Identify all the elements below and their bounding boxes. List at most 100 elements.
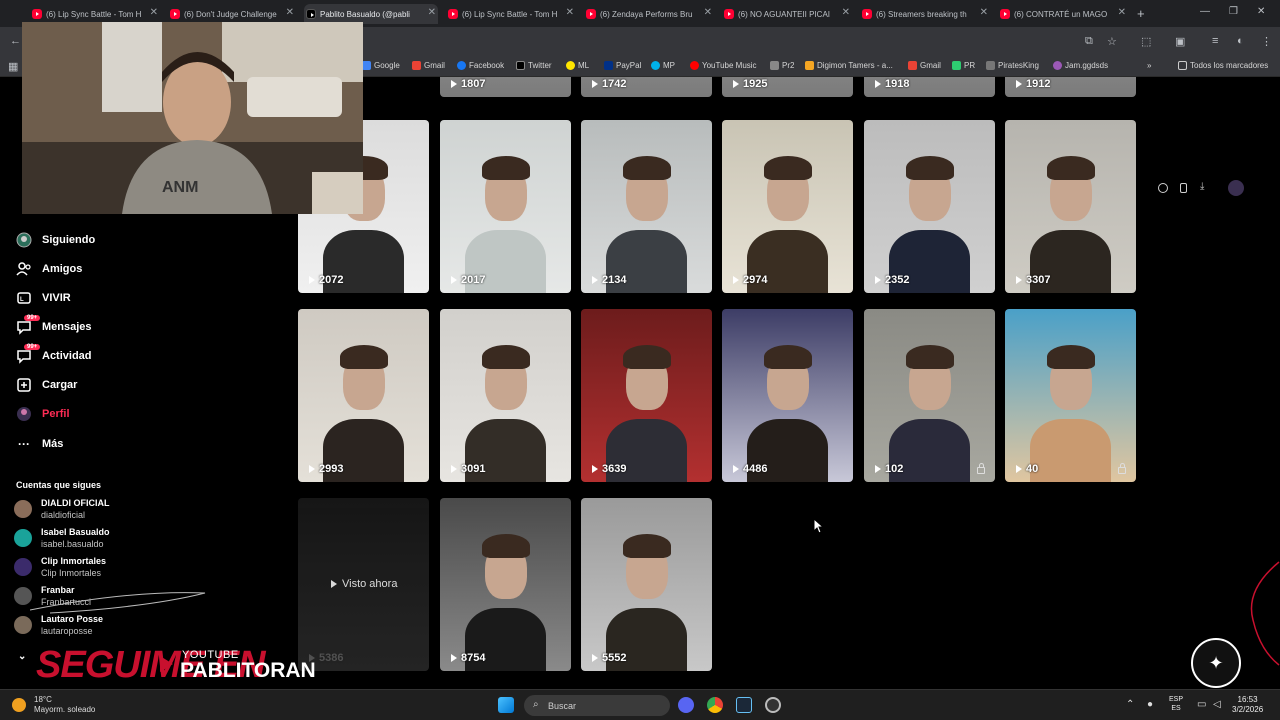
all-bookmarks-folder[interactable]: Todos los marcadores [1178, 61, 1268, 70]
close-tab-icon[interactable]: ✕ [842, 7, 850, 18]
bookmark-twitter[interactable]: Twitter [516, 61, 552, 70]
bookmarks-overflow-icon[interactable]: » [1147, 61, 1151, 70]
following-account[interactable]: Lautaro Posse lautaroposse [14, 612, 274, 638]
friends-icon [16, 261, 32, 277]
see-more-chevron-icon[interactable]: ⌄ [18, 646, 26, 666]
video-thumbnail[interactable]: 5552 [581, 498, 712, 671]
bookmark-gmail[interactable]: Gmail [412, 61, 445, 70]
bookmark-ml[interactable]: ML [566, 61, 589, 70]
bookmark-piratesking[interactable]: PiratesKing [986, 61, 1039, 70]
nav-friends[interactable]: Amigos [16, 259, 82, 279]
display-icon[interactable]: ▭ [1197, 699, 1206, 710]
mobile-icon[interactable] [1180, 183, 1187, 193]
taskbar-search[interactable]: ⌕ Buscar [524, 695, 670, 716]
bookmark-paypal[interactable]: PayPal [604, 61, 641, 70]
video-thumbnail[interactable]: 4486 [722, 309, 853, 482]
nav-following[interactable]: Siguiendo [16, 230, 95, 250]
tray-chevron-icon[interactable]: ⌃ [1126, 699, 1134, 710]
browser-tab[interactable]: (6) Zendaya Performs Bru ✕ [584, 4, 714, 24]
user-avatar[interactable] [1228, 180, 1244, 196]
bookmark-jam[interactable]: Jam.ggdsds [1053, 61, 1108, 70]
browser-tab[interactable]: (6) CONTRATÉ un MAGO ✕ [998, 4, 1128, 24]
windows-start-icon[interactable] [498, 697, 514, 713]
minimize-icon[interactable]: — [1200, 6, 1210, 17]
play-icon [875, 80, 881, 88]
new-tab-button[interactable]: + [1137, 6, 1145, 21]
bookmark-gmail-2[interactable]: Gmail [908, 61, 941, 70]
download-icon[interactable]: ⤓ [1200, 181, 1210, 192]
video-thumbnail[interactable]: 1742 [581, 77, 712, 97]
nav-upload[interactable]: Cargar [16, 375, 77, 395]
bookmark-pr[interactable]: PR [952, 61, 975, 70]
play-icon [1016, 80, 1022, 88]
bookmark-star-icon[interactable]: ☆ [1107, 35, 1117, 48]
nav-messages[interactable]: 99+ Mensajes [16, 315, 92, 337]
browser-tab[interactable]: (6) Lip Sync Battle - Tom H ✕ [446, 4, 576, 24]
video-thumbnail[interactable]: 1912 [1005, 77, 1136, 97]
app-icon[interactable] [765, 697, 781, 713]
browser-tab[interactable]: (6) Don't Judge Challenge ✕ [168, 4, 296, 24]
microphone-icon[interactable]: ● [1147, 699, 1153, 710]
youtube-icon [32, 9, 42, 19]
video-thumbnail[interactable]: 2017 [440, 120, 571, 293]
nav-activity[interactable]: 99+ Actividad [16, 344, 92, 366]
discord-icon[interactable] [678, 697, 694, 713]
bookmark-youtube-music[interactable]: YouTube Music [690, 61, 757, 70]
video-thumbnail[interactable]: 40 [1005, 309, 1136, 482]
nav-more[interactable]: ··· Más [16, 434, 63, 454]
close-tab-icon[interactable]: ✕ [704, 7, 712, 18]
video-thumbnail[interactable]: 2974 [722, 120, 853, 293]
close-tab-icon[interactable]: ✕ [150, 7, 158, 18]
video-thumbnail[interactable]: 2134 [581, 120, 712, 293]
language-indicator[interactable]: ESP ES [1169, 695, 1183, 713]
video-thumbnail[interactable]: 3091 [440, 309, 571, 482]
system-clock[interactable]: 16:53 3/2/2026 [1232, 695, 1263, 715]
volume-icon[interactable]: ◁ [1213, 699, 1221, 710]
bookmark-mp[interactable]: MP [651, 61, 675, 70]
weather-widget[interactable]: 18°C Mayorm. soleado [34, 695, 95, 715]
back-icon[interactable]: ← [10, 35, 21, 47]
video-thumbnail[interactable]: 8754 [440, 498, 571, 671]
youtube-icon [862, 9, 872, 19]
close-window-icon[interactable]: ✕ [1257, 6, 1265, 17]
video-thumbnail[interactable]: 1807 [440, 77, 571, 97]
following-account[interactable]: Clip Inmortales Clip Inmortales [14, 554, 274, 580]
nav-profile[interactable]: Perfil [16, 404, 70, 424]
chrome-icon[interactable] [707, 697, 723, 713]
menu-icon[interactable]: ⋮ [1261, 35, 1272, 48]
video-thumbnail[interactable]: 2352 [864, 120, 995, 293]
video-thumbnail[interactable]: 1925 [722, 77, 853, 97]
extension-icon[interactable]: ▣ [1175, 35, 1185, 48]
apps-icon[interactable]: ▦ [8, 60, 18, 73]
browser-tab[interactable]: (6) Lip Sync Battle - Tom H ✕ [30, 4, 160, 24]
video-thumbnail[interactable]: 102 [864, 309, 995, 482]
close-tab-icon[interactable]: ✕ [428, 7, 436, 18]
browser-tab[interactable]: (6) NO AGUANTEII PICAI ✕ [722, 4, 852, 24]
video-thumbnail[interactable]: 1918 [864, 77, 995, 97]
video-thumbnail[interactable]: 3307 [1005, 120, 1136, 293]
close-tab-icon[interactable]: ✕ [1118, 7, 1126, 18]
browser-tab-active[interactable]: Pablito Basualdo (@pabli ✕ [304, 4, 438, 24]
video-thumbnail[interactable]: 2993 [298, 309, 429, 482]
media-icon[interactable]: ≡ [1212, 35, 1218, 47]
browser-tab[interactable]: (6) Streamers breaking th ✕ [860, 4, 990, 24]
close-tab-icon[interactable]: ✕ [566, 7, 574, 18]
folder-icon [1178, 61, 1187, 70]
profile-icon[interactable]: ◐ [1237, 35, 1244, 47]
steam-icon[interactable] [736, 697, 752, 713]
video-thumbnail[interactable]: 3639 [581, 309, 712, 482]
restore-icon[interactable]: ❐ [1229, 6, 1238, 17]
settings-icon[interactable] [1158, 183, 1168, 193]
bookmark-facebook[interactable]: Facebook [457, 61, 504, 70]
bookmark-digimon[interactable]: Digimon Tamers - a... [805, 61, 893, 70]
following-account[interactable]: Isabel Basualdo isabel.basualdo [14, 525, 274, 551]
close-tab-icon[interactable]: ✕ [980, 7, 988, 18]
nav-live[interactable]: L VIVIR [16, 288, 71, 308]
pr2-icon [770, 61, 779, 70]
bookmark-google[interactable]: Google [362, 61, 400, 70]
following-account[interactable]: DIALDI OFICIAL dialdioficial [14, 496, 274, 522]
bookmark-pr2[interactable]: Pr2 [770, 61, 794, 70]
extensions-icon[interactable]: ⬚ [1141, 35, 1151, 48]
screenshot-icon[interactable]: ⧉ [1085, 35, 1093, 48]
close-tab-icon[interactable]: ✕ [286, 7, 294, 18]
